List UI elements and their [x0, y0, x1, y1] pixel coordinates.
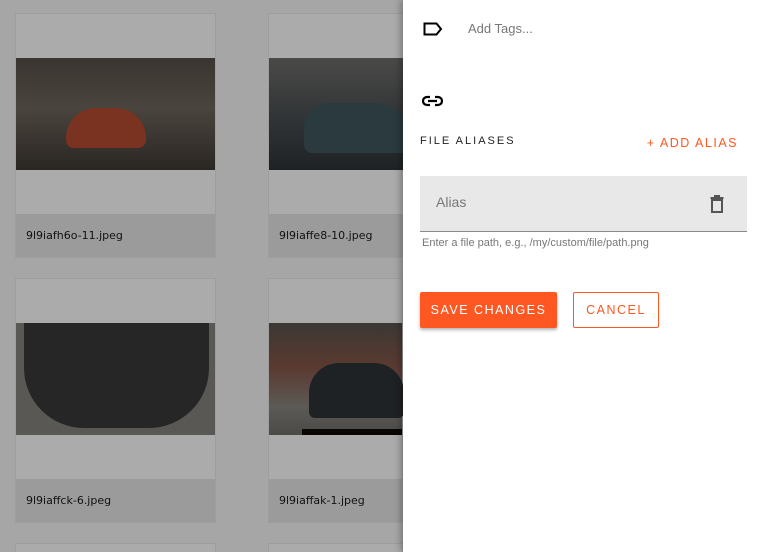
- tags-input[interactable]: Add Tags...: [468, 21, 533, 36]
- file-card[interactable]: [268, 543, 403, 552]
- trash-icon[interactable]: [710, 195, 724, 213]
- file-name: 9l9iafh6o-11.jpeg: [16, 214, 215, 257]
- tag-icon: [423, 22, 443, 36]
- thumbnail: [16, 58, 215, 170]
- file-card[interactable]: 9l9iaffak-1.jpeg: [268, 278, 404, 523]
- alias-helper-text: Enter a file path, e.g., /my/custom/file…: [422, 237, 649, 249]
- add-alias-button[interactable]: + ADD ALIAS: [647, 136, 738, 150]
- cancel-button[interactable]: CANCEL: [573, 292, 659, 328]
- file-aliases-label: FILE ALIASES: [420, 135, 516, 147]
- file-card[interactable]: 9l9iaffck-6.jpeg: [15, 278, 216, 523]
- file-grid: 9l9iafh6o-11.jpeg 9l9iaffe8-10.jpeg 9l9i…: [0, 0, 469, 552]
- thumbnail: [269, 323, 404, 435]
- link-icon: [422, 95, 443, 107]
- file-card[interactable]: [15, 543, 216, 552]
- thumbnail: [16, 323, 215, 435]
- file-name: 9l9iaffak-1.jpeg: [269, 479, 402, 522]
- edit-file-panel: Add Tags... FILE ALIASES + ADD ALIAS Ent…: [403, 0, 763, 552]
- save-changes-button[interactable]: SAVE CHANGES: [420, 292, 557, 328]
- alias-input[interactable]: [436, 194, 696, 210]
- file-name: 9l9iaffck-6.jpeg: [16, 479, 215, 522]
- alias-field: [420, 176, 747, 232]
- file-card[interactable]: 9l9iafh6o-11.jpeg: [15, 13, 216, 258]
